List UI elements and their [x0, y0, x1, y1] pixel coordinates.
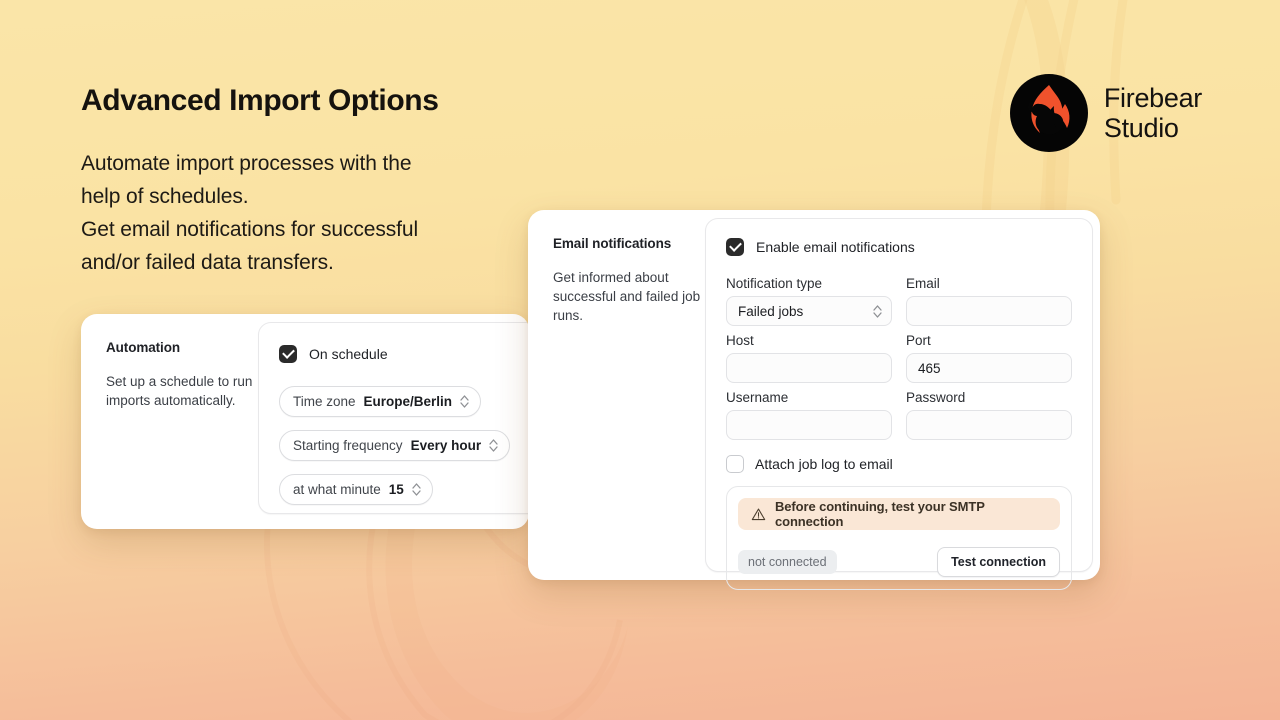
connection-status-badge: not connected — [738, 550, 837, 574]
starting-frequency-label: Starting frequency — [293, 438, 403, 453]
attach-job-log-label: Attach job log to email — [755, 456, 893, 472]
host-input[interactable] — [726, 353, 892, 383]
port-input-value: 465 — [918, 361, 941, 376]
email-card-title: Email notifications — [553, 236, 701, 251]
smtp-field-grid: Notification type Email Failed jobs Host… — [726, 276, 1072, 440]
time-zone-select[interactable]: Time zone Europe/Berlin — [279, 386, 481, 417]
brand-logo: Firebear Studio — [1010, 74, 1202, 152]
username-input[interactable] — [726, 410, 892, 440]
warning-triangle-icon — [751, 507, 766, 522]
notification-type-label: Notification type — [726, 276, 892, 296]
email-notifications-info: Email notifications Get informed about s… — [553, 236, 701, 325]
at-what-minute-select[interactable]: at what minute 15 — [279, 474, 433, 505]
port-input[interactable]: 465 — [906, 353, 1072, 383]
updown-chevron-icon — [873, 304, 882, 319]
enable-email-notifications-checkbox[interactable] — [726, 238, 744, 256]
at-what-minute-value: 15 — [389, 482, 404, 497]
brand-name: Firebear Studio — [1104, 83, 1202, 143]
port-label: Port — [906, 326, 1072, 353]
time-zone-value: Europe/Berlin — [364, 394, 453, 409]
enable-email-notifications-label: Enable email notifications — [756, 239, 915, 255]
attach-job-log-checkbox[interactable] — [726, 455, 744, 473]
email-settings-panel: Enable email notifications Notification … — [705, 218, 1093, 572]
host-label: Host — [726, 326, 892, 353]
password-label: Password — [906, 383, 1072, 410]
starting-frequency-select[interactable]: Starting frequency Every hour — [279, 430, 510, 461]
enable-email-notifications-row[interactable]: Enable email notifications — [726, 238, 1072, 256]
smtp-warning-text: Before continuing, test your SMTP connec… — [775, 499, 1047, 529]
smtp-footer: not connected Test connection — [738, 547, 1060, 577]
email-card-description: Get informed about successful and failed… — [553, 268, 701, 325]
notification-type-value: Failed jobs — [738, 304, 803, 319]
on-schedule-checkbox-row[interactable]: On schedule — [279, 345, 529, 363]
updown-chevron-icon — [489, 438, 498, 453]
updown-chevron-icon — [412, 482, 421, 497]
on-schedule-checkbox[interactable] — [279, 345, 297, 363]
test-connection-button[interactable]: Test connection — [937, 547, 1060, 577]
page-title: Advanced Import Options — [81, 84, 641, 117]
updown-chevron-icon — [460, 394, 469, 409]
firebear-bear-flame-logo-icon — [1010, 74, 1088, 152]
time-zone-label: Time zone — [293, 394, 356, 409]
smtp-warning-banner: Before continuing, test your SMTP connec… — [738, 498, 1060, 530]
attach-job-log-row[interactable]: Attach job log to email — [726, 455, 1072, 473]
notification-type-select[interactable]: Failed jobs — [726, 296, 892, 326]
password-input[interactable] — [906, 410, 1072, 440]
starting-frequency-value: Every hour — [411, 438, 482, 453]
username-label: Username — [726, 383, 892, 410]
email-notifications-card: Email notifications Get informed about s… — [528, 210, 1100, 580]
automation-settings-panel: On schedule Time zone Europe/Berlin S — [258, 322, 529, 514]
email-input[interactable] — [906, 296, 1072, 326]
at-what-minute-label: at what minute — [293, 482, 381, 497]
on-schedule-label: On schedule — [309, 346, 388, 362]
smtp-test-panel: Before continuing, test your SMTP connec… — [726, 486, 1072, 590]
email-label: Email — [906, 276, 1072, 296]
automation-card: Automation Set up a schedule to run impo… — [81, 314, 529, 529]
